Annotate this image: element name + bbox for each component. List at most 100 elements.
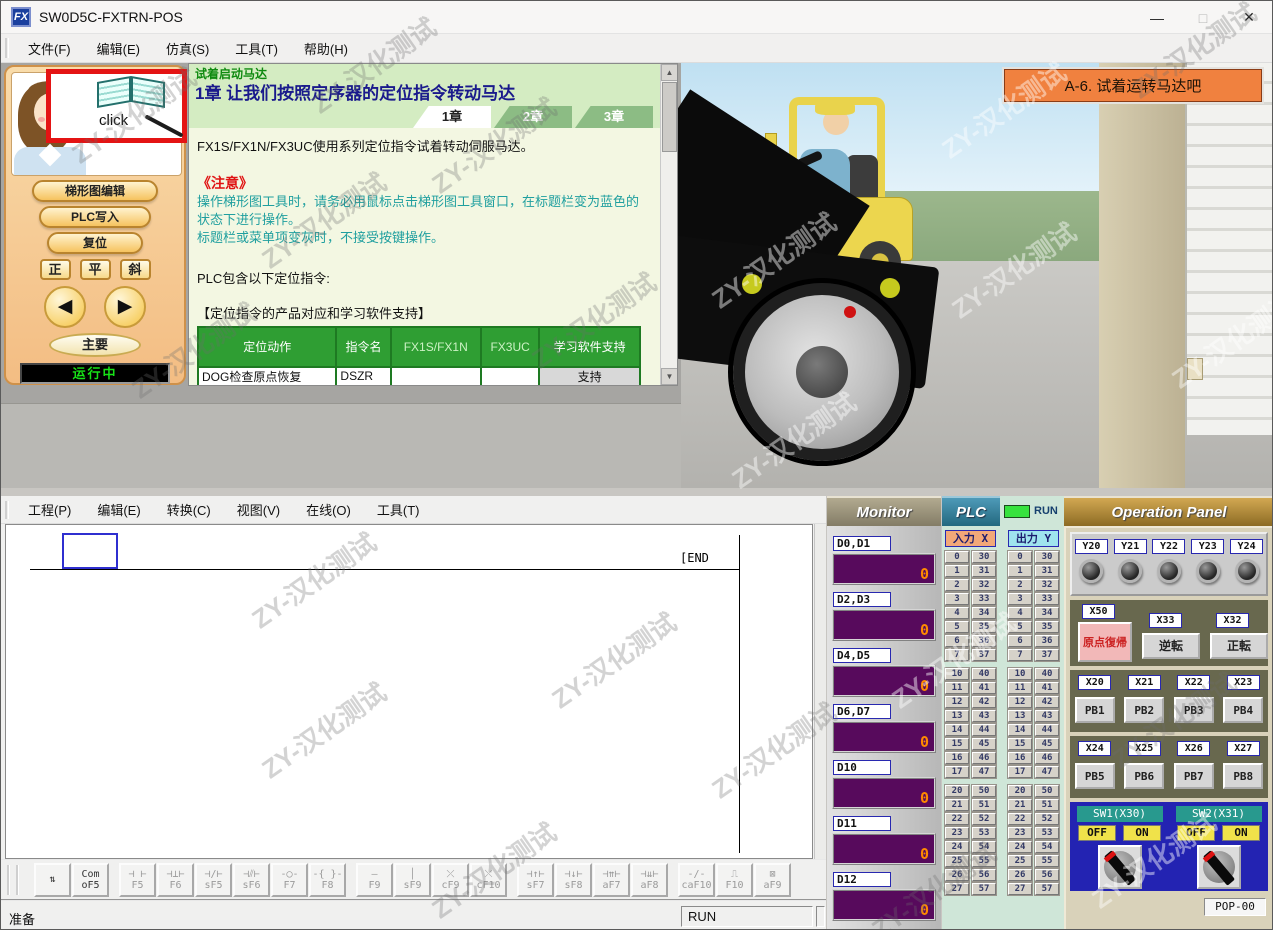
y-cell[interactable]: 51 — [1035, 799, 1059, 811]
ladder-tool-F9[interactable]: —F9 — [356, 863, 393, 897]
x-cell[interactable]: 46 — [972, 752, 996, 764]
y-cell[interactable]: 25 — [1008, 855, 1032, 867]
main-button[interactable]: 主要 — [49, 333, 141, 357]
ladder-tool-F5[interactable]: ⊣ ⊢F5 — [119, 863, 156, 897]
y-cell[interactable]: 44 — [1035, 724, 1059, 736]
x-cell[interactable]: 55 — [972, 855, 996, 867]
x-cell[interactable]: 17 — [945, 766, 969, 778]
close-button[interactable]: ✕ — [1226, 1, 1272, 34]
y-cell[interactable]: 2 — [1008, 579, 1032, 591]
ladder-tool-cF9[interactable]: ⤫cF9 — [432, 863, 469, 897]
prev-arrow-button[interactable]: ◀ — [44, 286, 86, 328]
pushbutton-PB2[interactable]: PB2 — [1124, 697, 1164, 723]
tutorial-scrollbar[interactable]: ▲ ▼ — [660, 64, 677, 385]
next-arrow-button[interactable]: ▶ — [104, 286, 146, 328]
y-cell[interactable]: 7 — [1008, 649, 1032, 661]
ladder-tool-sF8[interactable]: ⊣↓⊢sF8 — [555, 863, 592, 897]
ladder-tool-F10[interactable]: ⎍F10 — [716, 863, 753, 897]
x-cell[interactable]: 31 — [972, 565, 996, 577]
x-cell[interactable]: 51 — [972, 799, 996, 811]
y-cell[interactable]: 37 — [1035, 649, 1059, 661]
ladder-tool-F8[interactable]: -{ }-F8 — [309, 863, 346, 897]
y-cell[interactable]: 43 — [1035, 710, 1059, 722]
y-cell[interactable]: 20 — [1008, 785, 1032, 797]
scrollbar-thumb[interactable] — [662, 82, 677, 152]
y-cell[interactable]: 10 — [1008, 668, 1032, 680]
x-cell[interactable]: 40 — [972, 668, 996, 680]
ladder-tool-F7[interactable]: -◯-F7 — [271, 863, 308, 897]
pushbutton-PB6[interactable]: PB6 — [1124, 763, 1164, 789]
ladder-tool-cF10[interactable]: ⤬cF10 — [470, 863, 507, 897]
y-cell[interactable]: 54 — [1035, 841, 1059, 853]
ladder-menu-item-2[interactable]: 转换(C) — [154, 500, 224, 519]
y-cell[interactable]: 46 — [1035, 752, 1059, 764]
maximize-button[interactable]: □ — [1180, 1, 1226, 34]
x-cell[interactable]: 42 — [972, 696, 996, 708]
x-cell[interactable]: 22 — [945, 813, 969, 825]
y-cell[interactable]: 22 — [1008, 813, 1032, 825]
ladder-tool-F6[interactable]: ⊣⊥⊢F6 — [157, 863, 194, 897]
click-highlight-box[interactable]: click — [46, 69, 187, 143]
y-cell[interactable]: 17 — [1008, 766, 1032, 778]
y-cell[interactable]: 6 — [1008, 635, 1032, 647]
x-cell[interactable]: 26 — [945, 869, 969, 881]
rotary-switch[interactable] — [1197, 845, 1241, 889]
x-cell[interactable]: 36 — [972, 635, 996, 647]
chapter-tab-1[interactable]: 2章 — [494, 106, 572, 128]
x-cell[interactable]: 34 — [972, 607, 996, 619]
x-cell[interactable]: 30 — [972, 551, 996, 563]
x-cell[interactable]: 43 — [972, 710, 996, 722]
x-cell[interactable]: 35 — [972, 621, 996, 633]
x-cell[interactable]: 57 — [972, 883, 996, 895]
ladder-menu-item-1[interactable]: 编辑(E) — [84, 500, 153, 519]
menu-item-4[interactable]: 帮助(H) — [291, 39, 361, 58]
y-cell[interactable]: 31 — [1035, 565, 1059, 577]
ladder-tool-aF8[interactable]: ⊣⇊⊢aF8 — [631, 863, 668, 897]
x-cell[interactable]: 13 — [945, 710, 969, 722]
y-cell[interactable]: 27 — [1008, 883, 1032, 895]
pushbutton-PB3[interactable]: PB3 — [1174, 697, 1214, 723]
x-cell[interactable]: 3 — [945, 593, 969, 605]
x-cell[interactable]: 32 — [972, 579, 996, 591]
y-cell[interactable]: 11 — [1008, 682, 1032, 694]
y-cell[interactable]: 16 — [1008, 752, 1032, 764]
y-cell[interactable]: 35 — [1035, 621, 1059, 633]
x-cell[interactable]: 44 — [972, 724, 996, 736]
y-cell[interactable]: 33 — [1035, 593, 1059, 605]
reset-button[interactable]: 复位 — [47, 232, 143, 254]
y-cell[interactable]: 0 — [1008, 551, 1032, 563]
y-cell[interactable]: 24 — [1008, 841, 1032, 853]
y-cell[interactable]: 40 — [1035, 668, 1059, 680]
x-cell[interactable]: 54 — [972, 841, 996, 853]
scroll-up-icon[interactable]: ▲ — [661, 64, 678, 81]
x-cell[interactable]: 12 — [945, 696, 969, 708]
pushbutton-PB4[interactable]: PB4 — [1223, 697, 1263, 723]
chapter-tab-0[interactable]: 1章 — [413, 106, 491, 128]
y-cell[interactable]: 34 — [1035, 607, 1059, 619]
y-cell[interactable]: 52 — [1035, 813, 1059, 825]
x-cell[interactable]: 14 — [945, 724, 969, 736]
x-cell[interactable]: 53 — [972, 827, 996, 839]
ladder-tool-sF9[interactable]: │sF9 — [394, 863, 431, 897]
mode-button-0[interactable]: 正 — [40, 259, 71, 280]
ladder-menu-item-4[interactable]: 在线(O) — [293, 500, 364, 519]
y-cell[interactable]: 30 — [1035, 551, 1059, 563]
x-cell[interactable]: 16 — [945, 752, 969, 764]
y-cell[interactable]: 4 — [1008, 607, 1032, 619]
x-cell[interactable]: 11 — [945, 682, 969, 694]
menu-item-0[interactable]: 文件(F) — [15, 39, 84, 58]
y-cell[interactable]: 1 — [1008, 565, 1032, 577]
menu-item-3[interactable]: 工具(T) — [222, 39, 291, 58]
ladder-menu-item-5[interactable]: 工具(T) — [364, 500, 433, 519]
x-cell[interactable]: 56 — [972, 869, 996, 881]
y-cell[interactable]: 41 — [1035, 682, 1059, 694]
ladder-tool-sF6[interactable]: ⊣⫽⊢sF6 — [233, 863, 270, 897]
y-cell[interactable]: 14 — [1008, 724, 1032, 736]
y-cell[interactable]: 57 — [1035, 883, 1059, 895]
x-cell[interactable]: 37 — [972, 649, 996, 661]
ladder-tool-oF5[interactable]: ComoF5 — [72, 863, 109, 897]
ladder-tool-aF7[interactable]: ⊣⇈⊢aF7 — [593, 863, 630, 897]
y-cell[interactable]: 21 — [1008, 799, 1032, 811]
x-cell[interactable]: 33 — [972, 593, 996, 605]
x-cell[interactable]: 15 — [945, 738, 969, 750]
